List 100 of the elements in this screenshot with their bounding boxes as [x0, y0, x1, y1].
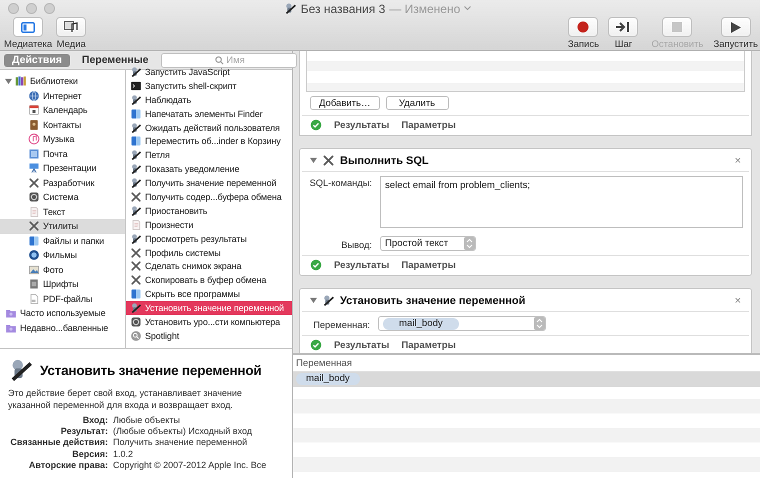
output-popup[interactable]: Простой текст — [380, 236, 476, 251]
action-item[interactable]: Скрыть все программы — [126, 287, 292, 302]
music-note-icon — [28, 133, 40, 146]
footer-link[interactable]: Параметры — [401, 260, 456, 270]
detail-value: 1.0.2 — [113, 448, 134, 460]
sidebar-item[interactable]: Фильмы — [0, 248, 125, 262]
sidebar-item[interactable]: Файлы и папки — [0, 234, 125, 248]
sidebar-item[interactable]: Часто используемые — [0, 306, 125, 320]
card-title: Выполнить SQL — [340, 154, 429, 166]
robot-icon — [130, 204, 142, 217]
robot-icon — [130, 177, 142, 190]
sidebar-item[interactable]: Календарь — [0, 103, 125, 118]
push-button[interactable]: Удалить — [386, 96, 448, 110]
disclosure-triangle-icon[interactable] — [310, 297, 317, 304]
page-icon — [130, 218, 142, 231]
action-item[interactable]: Петля — [126, 148, 292, 162]
split-square-icon — [130, 108, 142, 120]
action-item[interactable]: Получить содер...буфера обмена — [126, 190, 292, 204]
action-item[interactable]: Профиль системы — [126, 246, 292, 260]
sidebar-item[interactable]: Интернет — [0, 88, 125, 103]
sidebar-item[interactable]: Текст — [0, 204, 125, 219]
sidebar-item[interactable]: Контакты — [0, 118, 125, 132]
robot-icon — [130, 302, 142, 314]
close-window-button[interactable] — [8, 3, 19, 14]
detail-value: Copyright © 2007-2012 Apple Inc. Все — [113, 460, 268, 472]
push-button[interactable]: Добавить… — [310, 96, 380, 110]
robot-icon — [130, 149, 142, 162]
action-title: Установить значение переменной — [40, 362, 262, 378]
variable-row[interactable]: mail_body — [293, 372, 760, 387]
toolbar-button[interactable]: Запустить — [713, 17, 758, 50]
step-icon — [616, 22, 630, 32]
action-item[interactable]: Переместить об...inder в Корзину — [126, 134, 292, 148]
action-item[interactable]: Произнести — [126, 218, 292, 232]
tab[interactable]: Переменные — [74, 54, 157, 66]
robot-icon — [322, 294, 335, 307]
check-icon — [310, 119, 322, 131]
tools-icon — [130, 274, 142, 286]
sidebar-item[interactable]: Библиотеки — [0, 74, 125, 88]
field-label: Вывод: — [340, 238, 372, 250]
terminal-icon — [130, 80, 142, 92]
variable-token: mail_body — [296, 373, 360, 386]
variable-popup[interactable]: mail_body — [378, 316, 546, 331]
close-button[interactable]: × — [734, 294, 741, 306]
sidebar-item[interactable]: Музыка — [0, 132, 125, 146]
footer-link[interactable]: Результаты — [334, 260, 390, 270]
action-item[interactable]: Запустить shell-скрипт — [126, 78, 292, 93]
stepper-icon — [464, 237, 475, 250]
sidebar-item[interactable]: Система — [0, 190, 125, 204]
search-field[interactable]: Имя — [160, 52, 297, 68]
detail-label: Авторские права: — [28, 460, 108, 472]
action-item[interactable]: Запустить JavaScript — [126, 65, 292, 79]
split-square-icon — [130, 135, 142, 148]
action-item[interactable]: Ожидать действий пользователя — [126, 120, 292, 134]
smart-folder-icon — [5, 307, 17, 320]
disclosure-triangle-icon[interactable] — [5, 78, 12, 85]
stop-icon — [672, 22, 682, 32]
action-item[interactable]: Сделать снимок экрана — [126, 259, 292, 274]
sidebar-item[interactable]: PDF-файлы — [0, 292, 125, 306]
sidebar-item[interactable]: Фото — [0, 262, 125, 277]
action-item[interactable]: Получить значение переменной — [126, 176, 292, 190]
footer-link[interactable]: Результаты — [334, 340, 390, 350]
music-note-icon — [64, 21, 78, 33]
tools-icon — [322, 154, 335, 167]
action-item[interactable]: Приостановить — [126, 204, 292, 218]
sidebar-item[interactable]: Шрифты — [0, 277, 125, 292]
field-label: Переменная: — [312, 318, 370, 330]
sql-text-area[interactable]: select email from problem_clients; — [380, 176, 743, 228]
action-item[interactable]: Показать уведомление — [126, 162, 292, 176]
zoom-window-button[interactable] — [44, 3, 55, 14]
action-item[interactable]: Spotlight — [126, 328, 292, 343]
robot-icon — [130, 122, 142, 134]
disclosure-triangle-icon[interactable] — [310, 157, 317, 164]
minimize-window-button[interactable] — [26, 3, 37, 14]
sidebar-item[interactable]: Почта — [0, 146, 125, 161]
footer-link[interactable]: Параметры — [401, 120, 456, 130]
footer-link[interactable]: Результаты — [334, 120, 390, 130]
robot-icon — [130, 163, 142, 176]
play-icon — [730, 22, 741, 32]
action-item[interactable]: Наблюдать — [126, 92, 292, 107]
sidebar-item[interactable]: Презентации — [0, 161, 125, 176]
action-item[interactable]: Скопировать в буфер обмена — [126, 273, 292, 288]
footer-link[interactable]: Параметры — [401, 340, 456, 350]
tools-icon — [28, 220, 40, 232]
action-item[interactable]: Установить уро...сти компьютера — [126, 315, 292, 329]
sidebar-item[interactable]: Утилиты — [0, 219, 125, 234]
sidebar-item[interactable]: Разработчик — [0, 176, 125, 190]
action-item[interactable]: Напечатать элементы Finder — [126, 106, 292, 121]
search-icon — [214, 56, 224, 64]
close-button[interactable]: × — [734, 154, 741, 166]
chevron-down-icon[interactable] — [464, 6, 472, 11]
check-icon — [310, 259, 322, 271]
detail-label: Вход: — [82, 415, 108, 426]
sidebar-item[interactable]: Недавно...бавленные — [0, 320, 125, 335]
action-item[interactable]: Установить значение переменной — [126, 301, 292, 316]
robot-icon — [284, 2, 297, 15]
calendar-icon — [28, 104, 40, 116]
window-title: Без названия 3 — [300, 2, 386, 16]
detail-label: Связанные действия: — [9, 437, 108, 449]
action-item[interactable]: Просмотреть результаты — [126, 232, 292, 246]
toolbar-button[interactable]: Медиатека — [4, 17, 52, 50]
